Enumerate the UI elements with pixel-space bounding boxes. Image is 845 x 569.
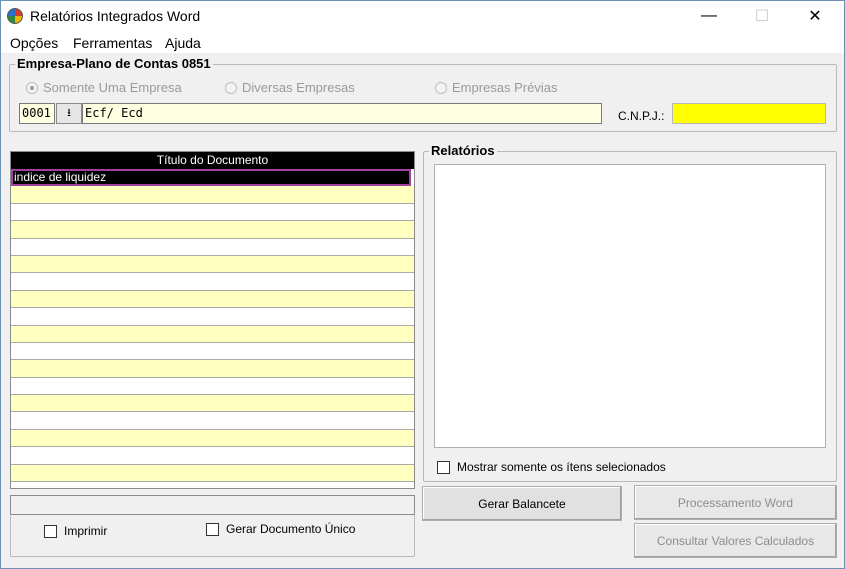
- radio-checked-icon: [26, 81, 38, 94]
- grid-status-field: [10, 495, 415, 515]
- imprimir-label: Imprimir: [64, 524, 108, 538]
- radio-unchecked-icon: [435, 81, 447, 94]
- relatorios-group-title: Relatórios: [429, 143, 497, 158]
- table-row[interactable]: [11, 221, 414, 239]
- title-bar[interactable]: Relatórios Integrados Word — ☐ ✕: [1, 1, 844, 31]
- close-icon: ✕: [808, 8, 822, 25]
- checkbox-unchecked-icon: [206, 522, 219, 536]
- gerar-balancete-button[interactable]: Gerar Balancete: [422, 486, 622, 521]
- table-row[interactable]: [11, 342, 414, 361]
- close-button[interactable]: ✕: [792, 1, 838, 31]
- table-row[interactable]: [11, 186, 414, 204]
- maximize-icon: ☐: [754, 8, 770, 25]
- table-row[interactable]: [11, 360, 414, 378]
- table-row[interactable]: [11, 447, 414, 465]
- relatorios-list[interactable]: [434, 164, 826, 448]
- table-row[interactable]: [11, 238, 414, 256]
- table-row[interactable]: [11, 464, 414, 483]
- checkbox-unchecked-icon: [437, 460, 450, 474]
- table-row[interactable]: [11, 325, 414, 343]
- empresa-lookup-button[interactable]: ⭳: [56, 103, 82, 124]
- table-row[interactable]: [11, 290, 414, 309]
- radio-somente-uma-empresa[interactable]: Somente Uma Empresa: [26, 80, 182, 95]
- table-row[interactable]: indice de liquidez: [11, 169, 411, 187]
- menu-ajuda[interactable]: Ajuda: [165, 35, 201, 51]
- consultar-valores-button[interactable]: Consultar Valores Calculados: [634, 523, 837, 558]
- gerar-documento-unico-checkbox[interactable]: Gerar Documento Único: [206, 522, 355, 536]
- minimize-button[interactable]: —: [686, 1, 732, 31]
- radio-diversas-label: Diversas Empresas: [242, 80, 355, 95]
- cnpj-field[interactable]: [672, 103, 826, 124]
- radio-unchecked-icon: [225, 81, 237, 94]
- main-window: Relatórios Integrados Word — ☐ ✕ Opções …: [0, 0, 845, 569]
- imprimir-checkbox[interactable]: Imprimir: [44, 524, 107, 538]
- minimize-icon: —: [701, 7, 717, 24]
- checkbox-unchecked-icon: [44, 524, 57, 538]
- mostrar-selecionados-label: Mostrar somente os ítens selecionados: [457, 460, 666, 474]
- empresa-name-field[interactable]: Ecf/ Ecd: [82, 103, 602, 124]
- document-grid[interactable]: Título do Documento indice de liquidez: [10, 151, 415, 489]
- window-title: Relatórios Integrados Word: [30, 8, 201, 24]
- radio-diversas-empresas[interactable]: Diversas Empresas: [225, 80, 355, 95]
- gerar-documento-unico-label: Gerar Documento Único: [226, 522, 356, 536]
- grid-header-titulo[interactable]: Título do Documento: [11, 152, 414, 169]
- mostrar-selecionados-checkbox[interactable]: Mostrar somente os ítens selecionados: [437, 460, 666, 474]
- radio-empresas-previas[interactable]: Empresas Prévias: [435, 80, 557, 95]
- download-arrow-icon: ⭳: [67, 107, 71, 119]
- menu-bar: Opções Ferramentas Ajuda: [1, 31, 844, 53]
- cnpj-label: C.N.P.J.:: [618, 109, 665, 123]
- options-panel: Imprimir Gerar Documento Único: [10, 515, 415, 557]
- table-row[interactable]: [11, 203, 414, 222]
- empresa-group: Empresa-Plano de Contas 0851 Somente Uma…: [9, 56, 837, 132]
- table-row[interactable]: [11, 395, 414, 413]
- table-row[interactable]: [11, 429, 414, 448]
- table-row[interactable]: [11, 377, 414, 396]
- empresa-group-title: Empresa-Plano de Contas 0851: [15, 56, 213, 71]
- menu-ferramentas[interactable]: Ferramentas: [73, 35, 152, 51]
- table-row[interactable]: [11, 308, 414, 326]
- table-row[interactable]: [11, 273, 414, 291]
- menu-opcoes[interactable]: Opções: [10, 35, 58, 51]
- radio-somente-label: Somente Uma Empresa: [43, 80, 182, 95]
- maximize-button[interactable]: ☐: [739, 1, 785, 31]
- table-row[interactable]: [11, 412, 414, 430]
- app-logo-icon: [7, 8, 23, 24]
- processamento-word-button[interactable]: Processamento Word: [634, 485, 837, 520]
- table-row[interactable]: [11, 255, 414, 274]
- empresa-code-field[interactable]: 0001: [19, 103, 55, 124]
- radio-previas-label: Empresas Prévias: [452, 80, 558, 95]
